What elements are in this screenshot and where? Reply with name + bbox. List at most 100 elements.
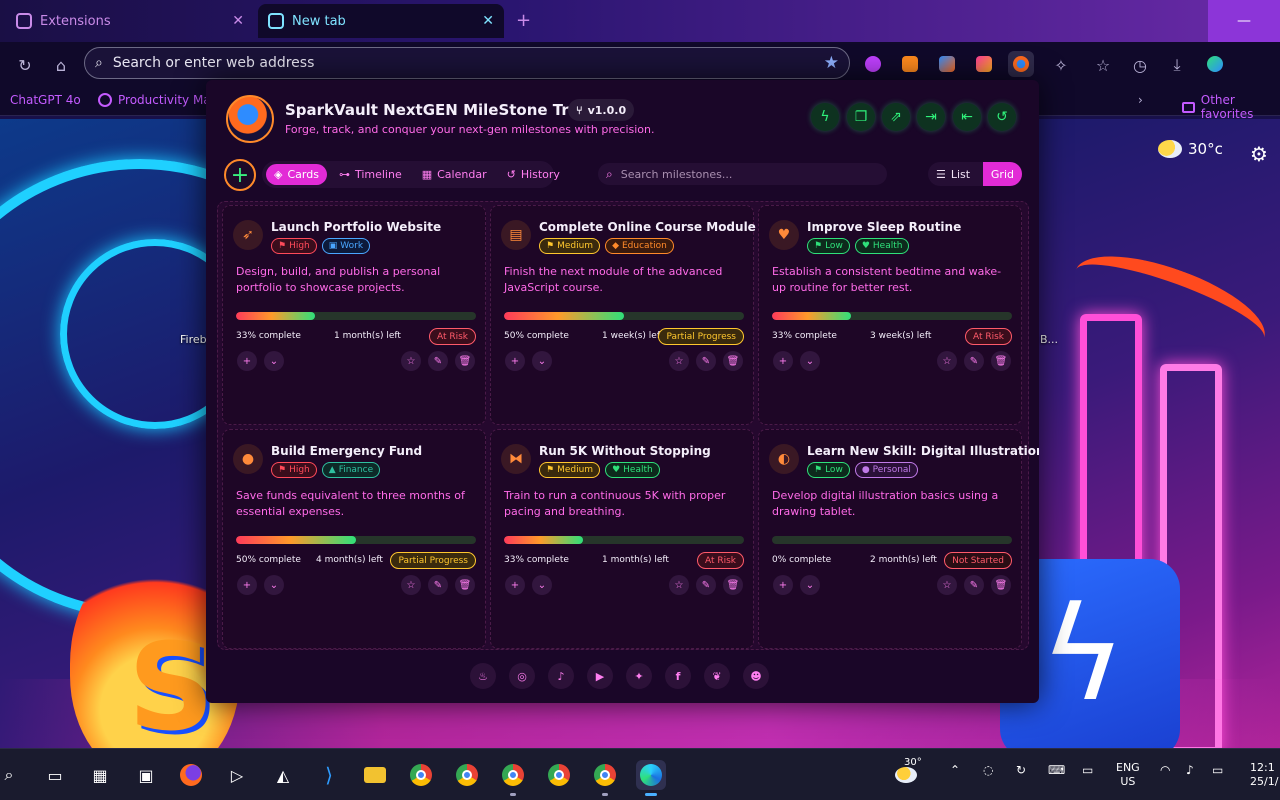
copy-button[interactable]: ❐ xyxy=(847,103,875,131)
add-milestone-button[interactable]: + xyxy=(224,159,256,191)
trash-icon[interactable]: 🗑 xyxy=(455,575,475,595)
add-step-button[interactable]: + xyxy=(505,575,525,595)
bluesky-icon[interactable]: ❦ xyxy=(704,663,730,689)
tab-extensions[interactable]: Extensions ✕ xyxy=(6,4,254,38)
keyboard-icon[interactable]: ⌨ xyxy=(1048,763,1065,777)
extension-icon[interactable] xyxy=(971,51,997,77)
desktop-shortcut-label[interactable]: B... xyxy=(1040,333,1058,346)
new-tab-plus-icon[interactable]: + xyxy=(516,10,531,31)
volume-icon[interactable]: ♪ xyxy=(1186,763,1194,777)
milestone-card[interactable]: ⧓ Run 5K Without Stopping ⚑ Medium ♥ Healt… xyxy=(490,429,754,649)
history-icon[interactable]: ◷ xyxy=(1127,52,1153,78)
milestone-card[interactable]: ♥ Improve Sleep Routine ⚑ Low ♥ Health Est… xyxy=(758,205,1022,425)
tab-timeline[interactable]: ⊶ Timeline xyxy=(331,164,410,185)
add-step-button[interactable]: + xyxy=(773,351,793,371)
grid-view-button[interactable]: Grid xyxy=(982,162,1022,186)
task-view-icon[interactable]: ▭ xyxy=(40,760,70,790)
gear-icon[interactable]: ⚙ xyxy=(1250,142,1268,166)
star-icon[interactable]: ☆ xyxy=(937,575,957,595)
tiktok-icon[interactable]: ♪ xyxy=(548,663,574,689)
chrome-icon[interactable] xyxy=(590,760,620,796)
favorite-star-icon[interactable]: ★ xyxy=(824,53,839,73)
copilot-icon[interactable] xyxy=(1202,51,1228,77)
refresh-icon[interactable]: ↻ xyxy=(12,52,38,78)
open-external-button[interactable]: ⇗ xyxy=(882,103,910,131)
app-icon[interactable]: ◭ xyxy=(268,760,298,790)
star-icon[interactable]: ☆ xyxy=(401,351,421,371)
chevron-down-icon[interactable]: ⌄ xyxy=(532,351,552,371)
chrome-icon[interactable] xyxy=(544,760,574,790)
chrome-icon[interactable] xyxy=(406,760,436,790)
tab-cards[interactable]: ◈ Cards xyxy=(266,164,327,185)
star-icon[interactable]: ☆ xyxy=(669,351,689,371)
bookmark-item-other-favorites[interactable]: Other favorites xyxy=(1182,93,1280,121)
download-icon[interactable]: ⤓ xyxy=(1164,52,1190,78)
chevron-right-icon[interactable]: › xyxy=(1138,93,1143,107)
add-step-button[interactable]: + xyxy=(505,351,525,371)
edit-icon[interactable]: ✎ xyxy=(696,351,716,371)
edge-icon[interactable] xyxy=(636,760,666,796)
star-icon[interactable]: ☆ xyxy=(669,575,689,595)
sync-icon[interactable]: ↻ xyxy=(1016,763,1026,777)
search-icon[interactable]: ⌕ xyxy=(0,760,24,790)
import-button[interactable]: ⇤ xyxy=(953,103,981,131)
display-icon[interactable]: ▭ xyxy=(1082,763,1093,777)
tab-calendar[interactable]: ▦ Calendar xyxy=(414,164,495,185)
milestone-card[interactable]: ▤ Complete Online Course Module ⚑ Medium … xyxy=(490,205,756,425)
bolt-button[interactable]: ϟ xyxy=(811,103,839,131)
address-input[interactable] xyxy=(112,55,814,71)
reset-button[interactable]: ↺ xyxy=(988,103,1016,131)
list-view-button[interactable]: ☰ List xyxy=(928,162,978,186)
bookmark-item[interactable]: ChatGPT 4o xyxy=(10,93,81,107)
edit-icon[interactable]: ✎ xyxy=(428,575,448,595)
chevron-down-icon[interactable]: ⌄ xyxy=(800,575,820,595)
home-icon[interactable]: ⌂ xyxy=(48,52,74,78)
edit-icon[interactable]: ✎ xyxy=(964,351,984,371)
language-indicator[interactable]: ENG US xyxy=(1116,761,1140,789)
trash-icon[interactable]: 🗑 xyxy=(723,351,743,371)
chevron-up-icon[interactable]: ⌃ xyxy=(950,763,960,777)
star-icon[interactable]: ☆ xyxy=(937,351,957,371)
add-step-button[interactable]: + xyxy=(773,575,793,595)
export-button[interactable]: ⇥ xyxy=(917,103,945,131)
minimize-button[interactable]: — xyxy=(1208,0,1280,42)
milestone-card[interactable]: ◐ Learn New Skill: Digital Illustration … xyxy=(758,429,1039,649)
milestone-card[interactable]: ● Build Emergency Fund ⚑ High ▲ Finance Sa… xyxy=(222,429,486,649)
youtube-icon[interactable]: ▶ xyxy=(587,663,613,689)
folder-icon[interactable] xyxy=(360,760,390,790)
milestone-search[interactable]: ⌕ xyxy=(598,163,887,185)
chrome-icon[interactable] xyxy=(452,760,482,790)
desktop-shortcut-label[interactable]: Fireb xyxy=(180,333,207,346)
community-icon[interactable]: ☻ xyxy=(743,663,769,689)
add-step-button[interactable]: + xyxy=(237,351,257,371)
trash-icon[interactable]: 🗑 xyxy=(455,351,475,371)
chevron-down-icon[interactable]: ⌄ xyxy=(264,575,284,595)
search-input[interactable] xyxy=(620,167,879,181)
edit-icon[interactable]: ✎ xyxy=(428,351,448,371)
flame-icon[interactable]: ♨ xyxy=(470,663,496,689)
chrome-icon[interactable] xyxy=(498,760,528,796)
add-step-button[interactable]: + xyxy=(237,575,257,595)
weather-tray[interactable]: 30° xyxy=(895,757,925,787)
chevron-down-icon[interactable]: ⌄ xyxy=(264,351,284,371)
milestone-card[interactable]: ➶ Launch Portfolio Website ⚑ High ▣ Work D… xyxy=(222,205,486,425)
extension-icon[interactable] xyxy=(860,51,886,77)
vscode-icon[interactable]: ⟩ xyxy=(314,760,344,790)
trash-icon[interactable]: 🗑 xyxy=(991,351,1011,371)
favorites-icon[interactable]: ☆ xyxy=(1090,52,1116,78)
edit-icon[interactable]: ✎ xyxy=(964,575,984,595)
edit-icon[interactable]: ✎ xyxy=(696,575,716,595)
battery-icon[interactable]: ▭ xyxy=(1212,763,1223,777)
extension-icon[interactable] xyxy=(934,51,960,77)
extension-icon-active[interactable] xyxy=(1008,51,1034,77)
tab-new-tab[interactable]: New tab ✕ xyxy=(258,4,504,38)
app-icon[interactable]: ▣ xyxy=(131,760,161,790)
trash-icon[interactable]: 🗑 xyxy=(723,575,743,595)
terminal-icon[interactable]: ▷ xyxy=(222,760,252,790)
firefox-icon[interactable] xyxy=(176,760,206,790)
instagram-icon[interactable]: ◎ xyxy=(509,663,535,689)
weather-widget[interactable]: 30°c xyxy=(1158,140,1223,158)
chevron-down-icon[interactable]: ⌄ xyxy=(800,351,820,371)
close-icon[interactable]: ✕ xyxy=(232,13,244,29)
twitter-icon[interactable]: ✦ xyxy=(626,663,652,689)
